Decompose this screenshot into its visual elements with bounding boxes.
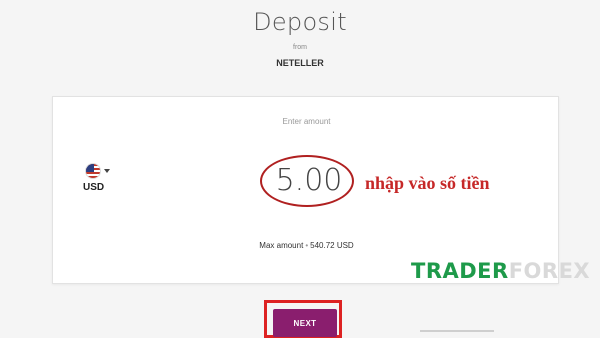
deposit-page: Deposit from NETELLER Enter amount USD n… xyxy=(0,0,600,338)
currency-code: USD xyxy=(83,182,105,193)
page-title: Deposit xyxy=(253,8,347,36)
currency-selector[interactable]: USD xyxy=(83,163,119,193)
amount-input[interactable] xyxy=(267,162,351,198)
max-amount-label: Max amount xyxy=(259,241,304,250)
us-flag-icon xyxy=(85,163,101,179)
amount-field-wrapper xyxy=(261,155,357,205)
chevron-down-icon xyxy=(104,169,110,173)
max-amount-value: 540.72 USD xyxy=(310,241,354,250)
next-button[interactable]: NEXT xyxy=(273,309,337,337)
watermark-logo: TRADERFOREX xyxy=(411,259,590,283)
secondary-action-stub xyxy=(420,330,494,332)
annotation-text: nhập vào số tiền xyxy=(365,173,490,193)
max-amount: Max amount • 540.72 USD xyxy=(259,241,354,250)
watermark-part-a: TRADER xyxy=(411,259,509,283)
amount-card: Enter amount USD nhập vào số tiền Max am… xyxy=(52,96,590,284)
from-label: from xyxy=(293,44,307,51)
enter-amount-label: Enter amount xyxy=(282,117,331,126)
provider-name: NETELLER xyxy=(276,58,324,68)
watermark-part-b: FOREX xyxy=(508,259,591,283)
currency-selector-top xyxy=(85,163,110,179)
